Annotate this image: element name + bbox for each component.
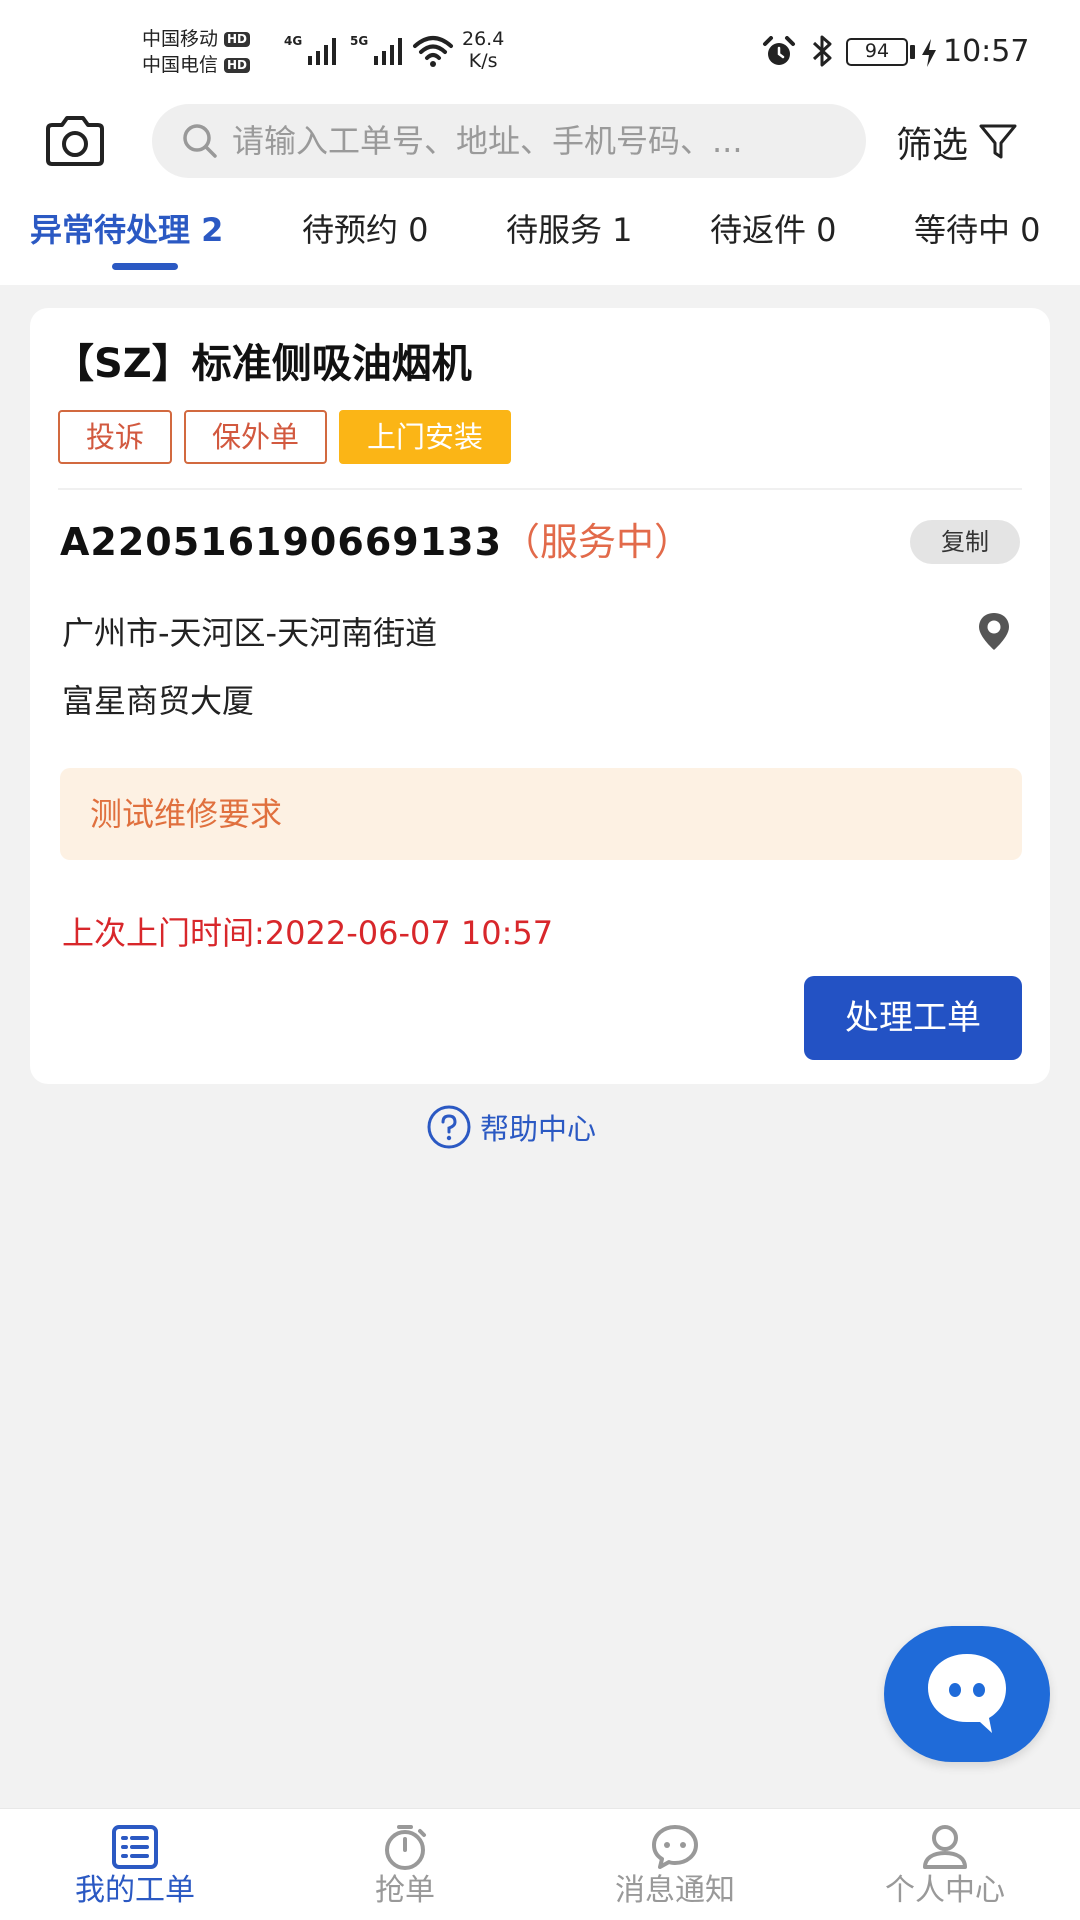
message-icon xyxy=(652,1825,698,1869)
carrier-info: 中国移动 HD 中国电信 HD xyxy=(142,26,251,78)
order-card[interactable]: 【SZ】标准侧吸油烟机 投诉 保外单 上门安装 A220516190669133… xyxy=(30,308,1050,1084)
tab-pending-appointment[interactable]: 待预约 0 xyxy=(302,208,429,252)
nav-grab-order[interactable]: 抢单 xyxy=(270,1809,540,1920)
nav-label: 消息通知 xyxy=(615,1873,735,1908)
help-center-label: 帮助中心 xyxy=(480,1112,597,1146)
signal-bars-icon xyxy=(308,38,336,65)
user-icon xyxy=(923,1825,967,1869)
tab-waiting[interactable]: 等待中 0 xyxy=(914,208,1041,252)
tag-installation: 上门安装 xyxy=(339,410,512,464)
chat-fab-button[interactable] xyxy=(884,1626,1050,1762)
search-box[interactable] xyxy=(152,104,866,178)
tab-pending-return[interactable]: 待返件 0 xyxy=(710,208,837,252)
nav-label: 抢单 xyxy=(375,1873,435,1908)
filter-icon xyxy=(979,124,1017,159)
net-speed-unit: K/s xyxy=(468,50,498,72)
process-order-button[interactable]: 处理工单 xyxy=(804,976,1022,1060)
hd-badge: HD xyxy=(224,57,251,73)
hd-badge: HD xyxy=(224,31,251,47)
alarm-icon xyxy=(763,36,795,65)
tag-complaint: 投诉 xyxy=(58,410,173,464)
signal-label: 4G xyxy=(284,34,303,48)
help-icon xyxy=(427,1105,471,1149)
carrier2-label: 中国电信 xyxy=(142,54,219,76)
tag-out-of-warranty: 保外单 xyxy=(184,410,328,464)
address-line2: 富星商贸大厦 xyxy=(62,682,255,720)
chat-bot-icon xyxy=(928,1654,1006,1733)
tab-indicator xyxy=(112,263,178,270)
help-center-link[interactable]: 帮助中心 xyxy=(426,1104,596,1150)
nav-profile[interactable]: 个人中心 xyxy=(810,1809,1080,1920)
status-time: 10:57 xyxy=(943,34,1030,69)
search-icon xyxy=(183,124,217,158)
address-line1: 广州市-天河区-天河南街道 xyxy=(62,614,438,652)
status-tabs: 异常待处理 2 待预约 0 待服务 1 待返件 0 等待中 0 xyxy=(0,200,1080,285)
battery-indicator: 94 xyxy=(846,38,908,66)
signal-bars-icon xyxy=(374,38,402,65)
divider xyxy=(58,488,1022,490)
bluetooth-icon xyxy=(812,35,832,67)
status-bar: 中国移动 HD 中国电信 HD 4G 5G 26.4 K/s 94 10:57 xyxy=(0,0,1080,100)
wifi-icon xyxy=(413,36,453,67)
location-pin-icon[interactable] xyxy=(974,610,1014,654)
signal-label: 5G xyxy=(350,34,369,48)
last-visit-time: 上次上门时间:2022-06-07 10:57 xyxy=(62,914,554,952)
timer-icon xyxy=(385,1825,426,1870)
product-title: 【SZ】标准侧吸油烟机 xyxy=(54,341,472,387)
charging-bolt-icon xyxy=(922,39,936,67)
nav-label: 个人中心 xyxy=(885,1873,1005,1908)
repair-note: 测试维修要求 xyxy=(60,768,1022,860)
order-status: （服务中） xyxy=(502,520,693,564)
order-number: A220516190669133 xyxy=(60,520,503,564)
bottom-nav: 我的工单 抢单 消息通知 个人中心 xyxy=(0,1808,1080,1920)
order-number-row: A220516190669133（服务中） xyxy=(60,514,692,570)
tab-exception-pending[interactable]: 异常待处理 2 xyxy=(30,208,223,252)
filter-label: 筛选 xyxy=(896,125,969,166)
carrier1-label: 中国移动 xyxy=(142,28,219,50)
order-tags: 投诉 保外单 上门安装 xyxy=(58,410,512,464)
nav-messages[interactable]: 消息通知 xyxy=(540,1809,810,1920)
battery-tip xyxy=(910,45,915,59)
camera-icon[interactable] xyxy=(44,115,106,167)
tab-pending-service[interactable]: 待服务 1 xyxy=(506,208,633,252)
filter-button[interactable]: 筛选 xyxy=(896,112,1018,172)
net-speed-value: 26.4 xyxy=(462,28,505,50)
nav-my-orders[interactable]: 我的工单 xyxy=(0,1809,270,1920)
copy-button[interactable]: 复制 xyxy=(910,520,1020,564)
search-input[interactable] xyxy=(232,122,862,160)
top-area: 中国移动 HD 中国电信 HD 4G 5G 26.4 K/s 94 10:57 … xyxy=(0,0,1080,285)
net-speed: 26.4 K/s xyxy=(462,28,504,72)
list-icon xyxy=(112,1825,158,1869)
nav-label: 我的工单 xyxy=(75,1873,195,1908)
